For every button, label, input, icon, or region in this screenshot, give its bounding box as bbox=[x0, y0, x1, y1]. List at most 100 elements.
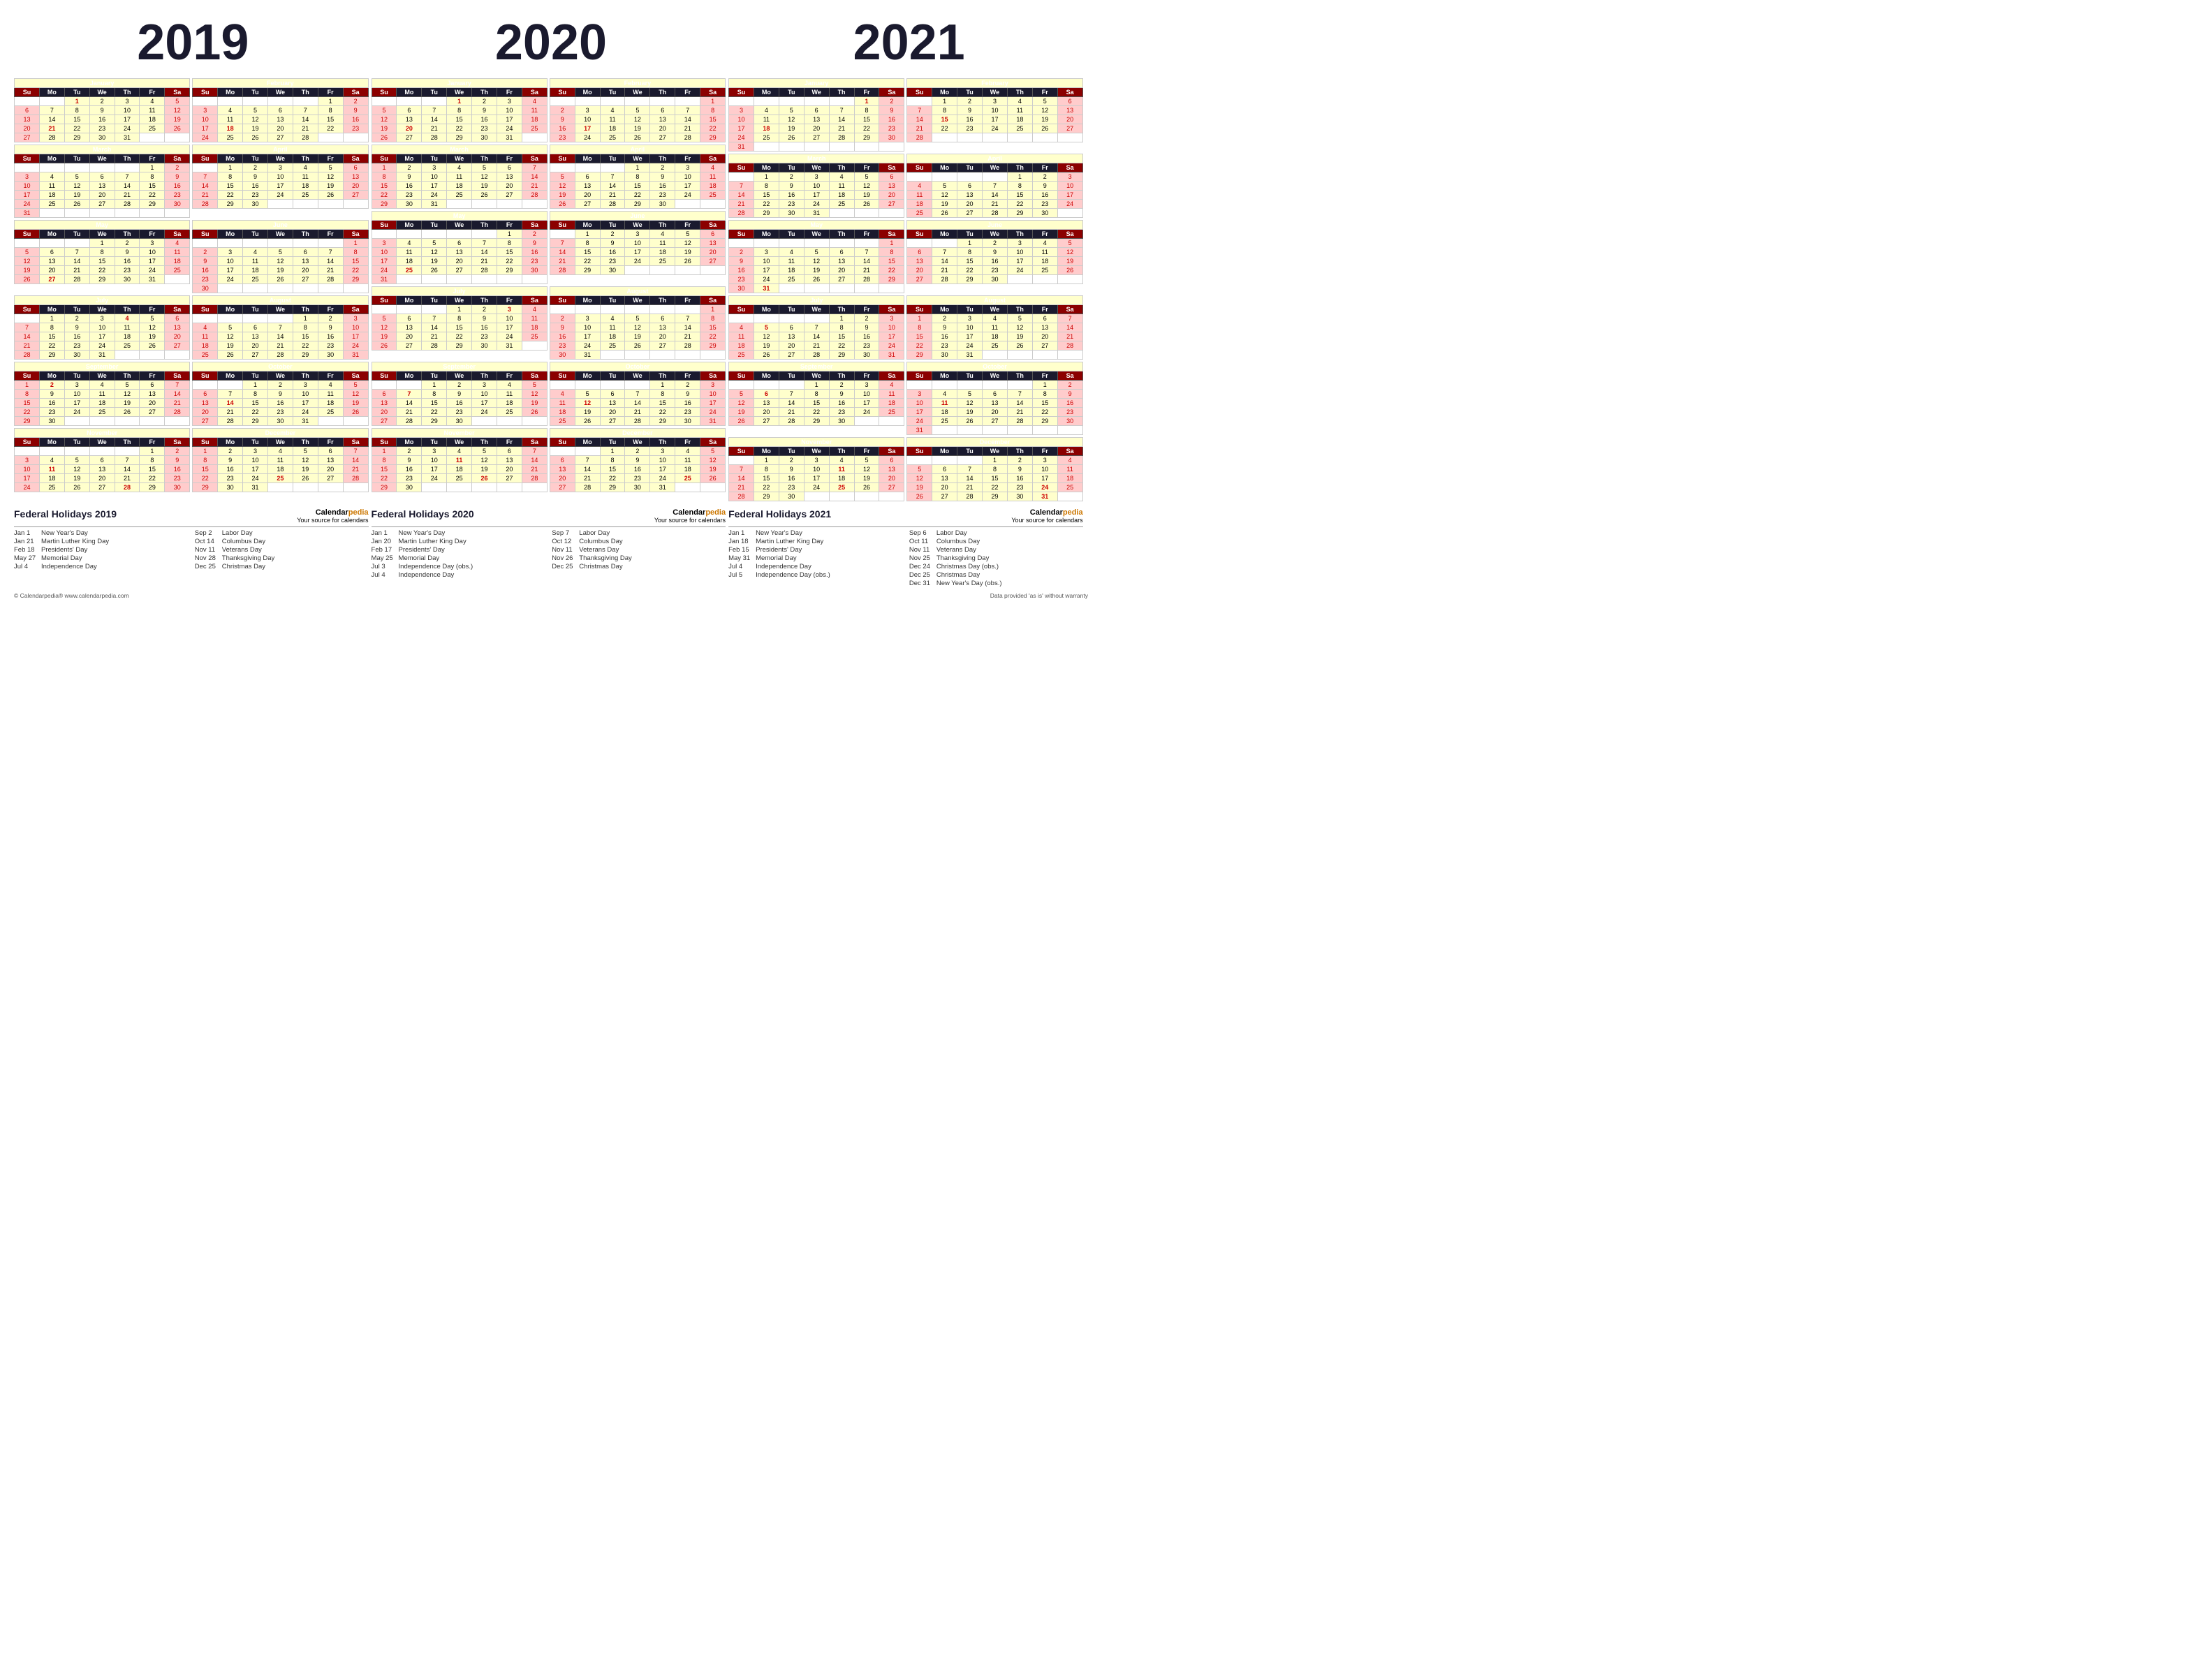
day-header-Sa: Sa bbox=[522, 88, 547, 97]
day-cell: 13 bbox=[243, 332, 268, 341]
day-cell: 10 bbox=[1057, 182, 1082, 191]
day-cell: 12 bbox=[64, 465, 89, 474]
day-cell: 15 bbox=[854, 115, 879, 124]
holidays-grid-2020: Jan 1New Year's DayJan 20Martin Luther K… bbox=[372, 529, 726, 580]
day-cell: 17 bbox=[804, 474, 829, 483]
day-cell: 23 bbox=[550, 341, 575, 351]
day-cell: 19 bbox=[625, 124, 650, 133]
day-cell: 5 bbox=[907, 465, 932, 474]
day-cell: 26 bbox=[700, 474, 726, 483]
day-cell: 14 bbox=[422, 115, 447, 124]
day-cell: 27 bbox=[89, 483, 115, 492]
day-cell: 1 bbox=[650, 381, 675, 390]
day-cell: 8 bbox=[372, 456, 397, 465]
day-cell bbox=[729, 97, 754, 106]
day-header-Th: Th bbox=[1007, 447, 1032, 456]
day-cell: 4 bbox=[829, 456, 854, 465]
day-cell bbox=[829, 284, 854, 293]
day-cell: 19 bbox=[625, 332, 650, 341]
day-cell: 26 bbox=[675, 257, 700, 266]
day-cell bbox=[729, 456, 754, 465]
day-cell: 13 bbox=[983, 399, 1008, 408]
day-cell: 30 bbox=[472, 133, 497, 142]
day-cell: 9 bbox=[522, 239, 547, 248]
day-cell: 28 bbox=[165, 408, 190, 417]
day-cell: 6 bbox=[700, 230, 726, 239]
day-cell: 23 bbox=[165, 474, 190, 483]
day-cell: 19 bbox=[165, 115, 190, 124]
day-cell bbox=[372, 97, 397, 106]
day-cell bbox=[754, 381, 779, 390]
day-cell bbox=[193, 97, 218, 106]
day-cell bbox=[729, 314, 754, 323]
day-cell: 30 bbox=[779, 209, 804, 218]
day-cell: 23 bbox=[318, 341, 343, 351]
day-cell: 21 bbox=[550, 257, 575, 266]
day-cell: 15 bbox=[422, 399, 447, 408]
day-cell: 24 bbox=[957, 341, 983, 351]
day-cell: 18 bbox=[754, 124, 779, 133]
day-cell: 17 bbox=[497, 115, 522, 124]
day-cell: 26 bbox=[729, 417, 754, 426]
day-cell: 27 bbox=[293, 275, 318, 284]
day-header-Tu: Tu bbox=[600, 371, 625, 381]
day-header-Su: Su bbox=[15, 438, 40, 447]
day-cell: 16 bbox=[115, 257, 140, 266]
day-header-Mo: Mo bbox=[39, 154, 64, 163]
day-cell: 13 bbox=[700, 239, 726, 248]
day-header-We: We bbox=[804, 230, 829, 239]
day-cell: 19 bbox=[372, 124, 397, 133]
day-cell: 19 bbox=[15, 266, 40, 275]
month-header-february: February bbox=[907, 79, 1082, 88]
day-cell: 17 bbox=[1057, 191, 1082, 200]
day-cell: 13 bbox=[497, 172, 522, 182]
day-cell: 26 bbox=[165, 124, 190, 133]
day-cell: 31 bbox=[343, 351, 368, 360]
day-cell: 5 bbox=[854, 172, 879, 182]
holiday-name: Presidents' Day bbox=[756, 546, 802, 554]
day-cell: 8 bbox=[829, 323, 854, 332]
day-cell: 12 bbox=[1032, 106, 1057, 115]
day-cell: 18 bbox=[550, 408, 575, 417]
day-cell: 18 bbox=[1057, 474, 1082, 483]
day-cell: 25 bbox=[318, 408, 343, 417]
day-cell: 29 bbox=[447, 341, 472, 351]
day-cell: 20 bbox=[575, 191, 600, 200]
day-cell: 13 bbox=[1057, 106, 1082, 115]
day-header-Sa: Sa bbox=[879, 88, 904, 97]
day-cell: 28 bbox=[779, 417, 804, 426]
month-header-august: August bbox=[550, 287, 725, 296]
holiday-row: Nov 11Veterans Day bbox=[552, 546, 726, 554]
day-cell: 1 bbox=[854, 97, 879, 106]
day-cell: 1 bbox=[932, 97, 957, 106]
year-2019-title: 2019 bbox=[16, 14, 371, 71]
holiday-name: Presidents' Day bbox=[41, 546, 87, 554]
day-cell: 10 bbox=[957, 323, 983, 332]
day-cell bbox=[650, 97, 675, 106]
day-header-Mo: Mo bbox=[39, 88, 64, 97]
day-cell: 5 bbox=[700, 447, 726, 456]
day-cell bbox=[472, 417, 497, 426]
day-cell bbox=[1057, 351, 1082, 360]
day-cell: 5 bbox=[779, 106, 804, 115]
day-cell bbox=[115, 351, 140, 360]
day-cell: 17 bbox=[115, 115, 140, 124]
day-header-Su: Su bbox=[729, 447, 754, 456]
day-cell: 16 bbox=[472, 115, 497, 124]
day-cell: 15 bbox=[372, 182, 397, 191]
day-header-Fr: Fr bbox=[140, 230, 165, 239]
day-header-Th: Th bbox=[829, 163, 854, 172]
day-cell: 21 bbox=[729, 200, 754, 209]
day-cell: 15 bbox=[575, 248, 600, 257]
day-cell: 19 bbox=[575, 408, 600, 417]
day-cell: 20 bbox=[243, 341, 268, 351]
day-cell: 25 bbox=[932, 417, 957, 426]
calendar-table-january: JanuarySuMoTuWeThFrSa1234567891011121314… bbox=[372, 78, 548, 142]
day-cell: 24 bbox=[372, 266, 397, 275]
holiday-row: Sep 2Labor Day bbox=[195, 529, 369, 537]
day-cell: 11 bbox=[318, 390, 343, 399]
day-header-Fr: Fr bbox=[675, 88, 700, 97]
day-cell: 5 bbox=[472, 163, 497, 172]
day-header-Mo: Mo bbox=[39, 305, 64, 314]
day-cell: 29 bbox=[293, 351, 318, 360]
